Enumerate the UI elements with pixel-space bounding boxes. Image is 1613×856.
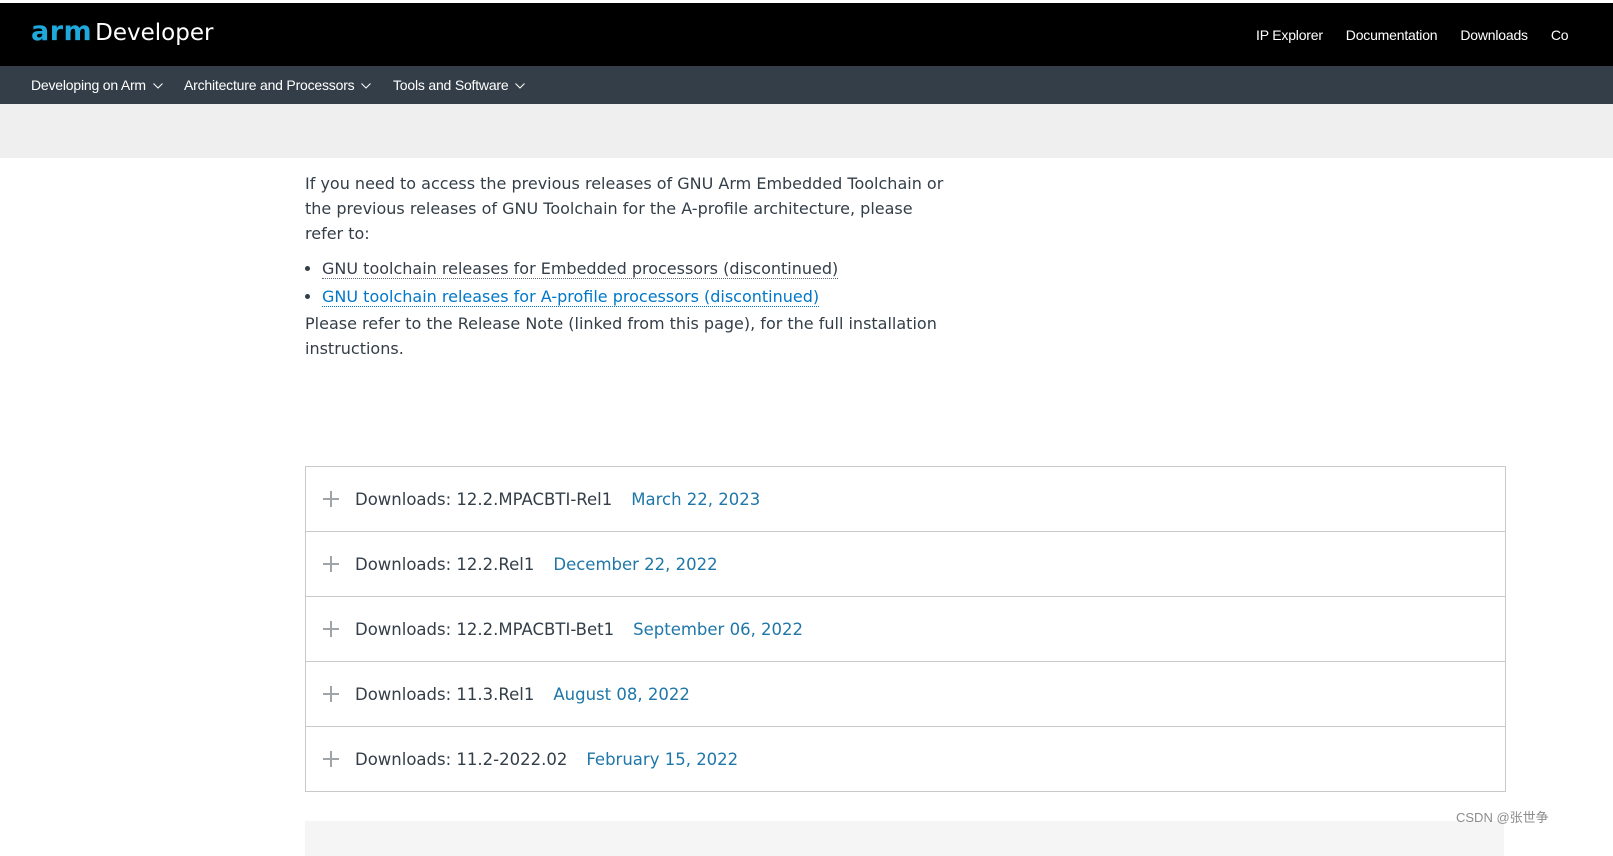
top-nav-documentation[interactable]: Documentation: [1346, 27, 1438, 43]
top-nav-links: IP Explorer Documentation Downloads Co: [1256, 3, 1591, 66]
previous-releases-list: GNU toolchain releases for Embedded proc…: [305, 255, 955, 311]
csdn-watermark: CSDN @张世争: [1456, 810, 1549, 825]
subnav-tools-and-software[interactable]: Tools and Software: [393, 66, 526, 104]
chevron-down-icon: [153, 82, 163, 89]
plus-icon: [323, 621, 339, 637]
top-nav-truncated-item[interactable]: Co: [1551, 27, 1569, 43]
list-item: GNU toolchain releases for Embedded proc…: [322, 255, 955, 283]
logo-arm-text: arm: [31, 16, 93, 47]
subnav-architecture-and-processors[interactable]: Architecture and Processors: [184, 66, 372, 104]
top-nav-downloads[interactable]: Downloads: [1460, 27, 1528, 43]
installation-note: Please refer to the Release Note (linked…: [305, 314, 937, 358]
list-item: GNU toolchain releases for A-profile pro…: [322, 283, 955, 311]
download-title: Downloads: 11.2-2022.02: [355, 749, 568, 769]
top-header: arm Developer IP Explorer Documentation …: [0, 3, 1613, 66]
download-date: December 22, 2022: [553, 554, 718, 574]
download-row-11-2-2022-02[interactable]: Downloads: 11.2-2022.02 February 15, 202…: [306, 727, 1505, 791]
download-date: February 15, 2022: [586, 749, 739, 769]
a-profile-releases-link[interactable]: GNU toolchain releases for A-profile pro…: [322, 287, 820, 307]
download-title: Downloads: 11.3.Rel1: [355, 684, 535, 704]
secondary-nav: Developing on Arm Architecture and Proce…: [0, 66, 1613, 104]
subnav-developing-on-arm[interactable]: Developing on Arm: [31, 66, 163, 104]
chevron-down-icon: [361, 82, 372, 89]
arm-developer-logo[interactable]: arm Developer: [31, 16, 213, 52]
subnav-label: Tools and Software: [393, 77, 509, 93]
page-banner: [0, 104, 1613, 158]
next-section-placeholder: [305, 821, 1504, 856]
chevron-down-icon: [515, 82, 526, 89]
plus-icon: [323, 751, 339, 767]
plus-icon: [323, 686, 339, 702]
download-date: March 22, 2023: [631, 489, 761, 509]
plus-icon: [323, 491, 339, 507]
subnav-label: Developing on Arm: [31, 77, 146, 93]
download-title: Downloads: 12.2.MPACBTI-Rel1: [355, 489, 613, 509]
download-row-12-2-mpacbti-bet1[interactable]: Downloads: 12.2.MPACBTI-Bet1 September 0…: [306, 597, 1505, 662]
download-row-11-3-rel1[interactable]: Downloads: 11.3.Rel1 August 08, 2022: [306, 662, 1505, 727]
intro-paragraph: If you need to access the previous relea…: [305, 174, 944, 243]
embedded-releases-link[interactable]: GNU toolchain releases for Embedded proc…: [322, 259, 839, 279]
download-date: August 08, 2022: [553, 684, 690, 704]
download-date: September 06, 2022: [633, 619, 804, 639]
top-nav-ip-explorer[interactable]: IP Explorer: [1256, 27, 1323, 43]
download-title: Downloads: 12.2.MPACBTI-Bet1: [355, 619, 615, 639]
download-row-12-2-rel1[interactable]: Downloads: 12.2.Rel1 December 22, 2022: [306, 532, 1505, 597]
logo-developer-text: Developer: [95, 20, 214, 46]
download-row-12-2-mpacbti-rel1[interactable]: Downloads: 12.2.MPACBTI-Rel1 March 22, 2…: [306, 467, 1505, 532]
plus-icon: [323, 556, 339, 572]
release-info: If you need to access the previous relea…: [305, 171, 955, 361]
subnav-label: Architecture and Processors: [184, 77, 355, 93]
download-title: Downloads: 12.2.Rel1: [355, 554, 535, 574]
downloads-accordion: Downloads: 12.2.MPACBTI-Rel1 March 22, 2…: [305, 466, 1506, 792]
